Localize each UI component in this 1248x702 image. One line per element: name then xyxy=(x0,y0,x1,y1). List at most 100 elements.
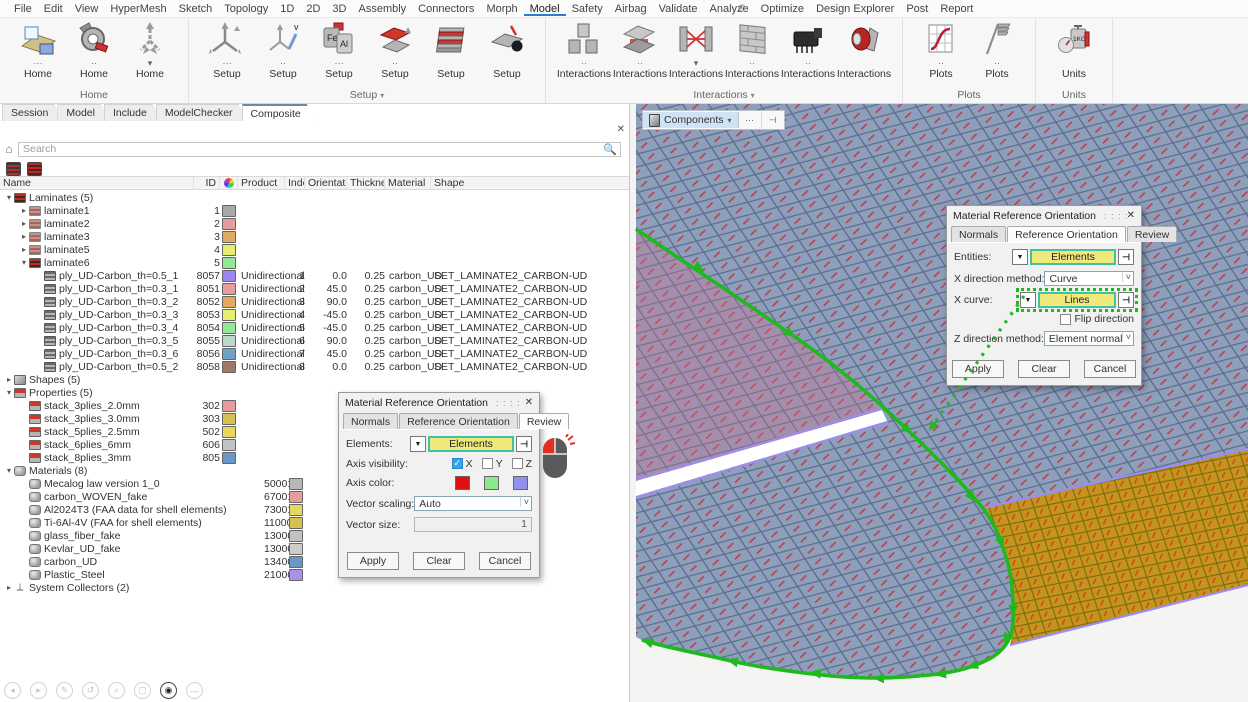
menu-item[interactable]: Safety xyxy=(566,1,609,16)
table-row[interactable]: ply_UD-Carbon_th=0.3_6 8056 Unidirection… xyxy=(0,347,629,360)
color-swatch[interactable] xyxy=(289,530,303,542)
ribbon-group-label[interactable]: Units xyxy=(1046,88,1102,103)
color-swatch[interactable] xyxy=(222,322,236,334)
expand-arrow[interactable]: ▸ xyxy=(4,375,14,384)
expand-arrow[interactable]: ▸ xyxy=(19,232,29,241)
entity-state-icon[interactable]: ◉ xyxy=(160,682,177,699)
ribbon-button[interactable]: ▾ Interactions xyxy=(668,18,724,88)
color-swatch[interactable] xyxy=(289,569,303,581)
ribbon-button[interactable]: ·· Setup xyxy=(367,18,423,88)
color-swatch[interactable] xyxy=(222,452,236,464)
graphics-viewport[interactable] xyxy=(630,104,1248,702)
axis-z-checkbox[interactable] xyxy=(512,458,523,469)
ribbon-group-label[interactable]: Interactions ▾ xyxy=(556,88,892,103)
drag-handle-icon[interactable]: : : : : : : : : : : : : : : : : xyxy=(1096,211,1127,221)
color-swatch[interactable] xyxy=(222,283,236,295)
color-swatch[interactable] xyxy=(289,504,303,516)
browser-tab[interactable]: ModelChecker xyxy=(156,104,248,121)
expand-arrow[interactable]: ▾ xyxy=(4,388,14,397)
menu-item[interactable]: Model xyxy=(524,1,566,16)
ribbon-button[interactable]: Interactions xyxy=(836,18,892,88)
table-row[interactable]: ▸ Shapes (5) xyxy=(0,373,629,386)
color-swatch[interactable] xyxy=(289,478,303,490)
pin-button[interactable]: ⊣ xyxy=(762,112,784,128)
column-thickness[interactable]: Thickness xyxy=(347,177,385,189)
menu-item[interactable]: Sketch xyxy=(173,1,219,16)
dialog-tab[interactable]: Review xyxy=(519,413,569,429)
expand-arrow[interactable]: ▸ xyxy=(19,219,29,228)
table-row[interactable]: ply_UD-Carbon_th=0.3_3 8053 Unidirection… xyxy=(0,308,629,321)
axis-x-checkbox[interactable] xyxy=(452,458,463,469)
x-curve-advanced-button[interactable]: ⊣ xyxy=(1118,292,1134,308)
ribbon-button[interactable]: ··· Setup xyxy=(199,18,255,88)
color-swatch[interactable] xyxy=(222,205,236,217)
menu-item[interactable]: Topology xyxy=(218,1,274,16)
expand-arrow[interactable]: ▸ xyxy=(19,206,29,215)
column-color[interactable] xyxy=(220,177,238,189)
color-swatch[interactable] xyxy=(222,413,236,425)
z-method-select[interactable]: Element normal xyxy=(1044,331,1134,346)
menu-item[interactable]: Validate xyxy=(653,1,704,16)
components-selector[interactable]: Components ▾ xyxy=(643,112,739,128)
expand-arrow[interactable]: ▾ xyxy=(4,193,14,202)
close-icon[interactable]: ✕ xyxy=(525,397,533,408)
color-swatch[interactable] xyxy=(222,309,236,321)
entity-state-icon[interactable]: ↺ xyxy=(82,682,99,699)
menu-item[interactable]: Assembly xyxy=(352,1,412,16)
color-swatch[interactable] xyxy=(222,400,236,412)
table-row[interactable]: ply_UD-Carbon_th=0.3_2 8052 Unidirection… xyxy=(0,295,629,308)
dialog-tab[interactable]: Review xyxy=(1127,226,1177,242)
ribbon-group-label[interactable]: Plots xyxy=(913,88,1025,103)
ribbon-button[interactable]: ·· Interactions xyxy=(612,18,668,88)
color-swatch[interactable] xyxy=(289,491,303,503)
column-shape[interactable]: Shape xyxy=(431,177,629,189)
menu-item[interactable]: Report xyxy=(934,1,979,16)
ply-filter-icon[interactable] xyxy=(6,162,21,176)
x-curve-collector[interactable]: Lines xyxy=(1038,292,1116,308)
menu-item[interactable]: Design Explorer xyxy=(810,1,900,16)
color-swatch[interactable] xyxy=(222,270,236,282)
menu-item[interactable]: 1D xyxy=(274,1,300,16)
browser-tab[interactable]: Session xyxy=(2,104,63,121)
expand-arrow[interactable]: ▾ xyxy=(19,258,29,267)
ribbon-button[interactable]: Units xyxy=(1046,18,1102,88)
menu-item[interactable]: View xyxy=(69,1,105,16)
menu-item[interactable]: Airbag xyxy=(609,1,653,16)
ribbon-button[interactable]: ·· Interactions xyxy=(780,18,836,88)
dialog-tab[interactable]: Normals xyxy=(951,226,1006,242)
laminate-filter-icon[interactable] xyxy=(27,162,42,176)
table-row[interactable]: ▾ Laminates (5) xyxy=(0,191,629,204)
table-row[interactable]: ply_UD-Carbon_th=0.5_1 8057 Unidirection… xyxy=(0,269,629,282)
color-swatch[interactable] xyxy=(289,556,303,568)
entities-advanced-button[interactable]: ⊣ xyxy=(1118,249,1134,265)
color-swatch[interactable] xyxy=(222,426,236,438)
ribbon-button[interactable]: Setup xyxy=(479,18,535,88)
color-swatch[interactable] xyxy=(222,335,236,347)
menu-item[interactable]: 2D xyxy=(300,1,326,16)
dialog-tab[interactable]: Reference Orientation xyxy=(1007,226,1126,242)
search-input[interactable] xyxy=(18,142,621,157)
table-row[interactable]: ▸ laminate3 3 xyxy=(0,230,629,243)
menu-item[interactable]: File xyxy=(8,1,38,16)
entity-state-icon[interactable]: — xyxy=(186,682,203,699)
expand-arrow[interactable]: ▸ xyxy=(19,245,29,254)
table-row[interactable]: ▸ laminate5 4 xyxy=(0,243,629,256)
menu-item[interactable]: 3D xyxy=(326,1,352,16)
dialog-button[interactable]: Apply xyxy=(952,360,1004,378)
close-icon[interactable]: ✕ xyxy=(617,124,625,135)
entity-state-icon[interactable]: ▢ xyxy=(134,682,151,699)
entities-selector-dropdown[interactable]: ▼ xyxy=(1012,249,1028,265)
entity-state-icon[interactable]: ◂ xyxy=(4,682,21,699)
ribbon-button[interactable]: ··· Home xyxy=(10,18,66,88)
home-icon[interactable]: ⌂ xyxy=(0,142,18,156)
axis-y-checkbox[interactable] xyxy=(482,458,493,469)
color-swatch[interactable] xyxy=(222,439,236,451)
browser-tab[interactable]: Model xyxy=(57,104,110,121)
table-row[interactable]: ply_UD-Carbon_th=0.3_1 8051 Unidirection… xyxy=(0,282,629,295)
column-product[interactable]: Product xyxy=(238,177,285,189)
browser-tab[interactable]: Composite xyxy=(242,104,316,121)
ribbon-group-label[interactable]: Home xyxy=(10,88,178,103)
axis-y-color-swatch[interactable] xyxy=(484,476,499,490)
more-options-button[interactable]: ··· xyxy=(739,112,762,128)
ribbon-button[interactable]: ▾ Home xyxy=(122,18,178,88)
